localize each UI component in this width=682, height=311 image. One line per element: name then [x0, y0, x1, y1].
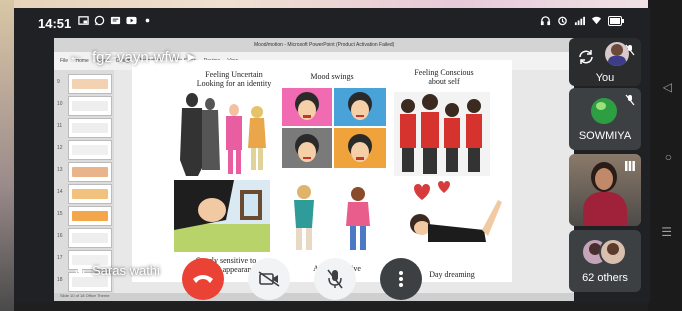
meeting-header: ← fgz-vayn-wfw ▶ [68, 48, 195, 66]
slide-label-daydreaming: Day dreaming [429, 270, 475, 279]
end-call-icon [193, 275, 213, 283]
more-options-button[interactable] [380, 258, 422, 300]
thumbnail-number: 9 [57, 79, 60, 85]
slide-thumbnail: 11 [57, 118, 112, 138]
switch-camera-icon[interactable] [577, 48, 595, 66]
presenter-name: Saras wathi [92, 263, 160, 278]
picture-in-picture-icon [78, 16, 89, 25]
chevron-right-icon[interactable]: ▶ [188, 52, 196, 63]
slide-thumbnail: 16 [57, 228, 112, 248]
thumbnail-number: 14 [57, 189, 63, 195]
slide-thumbnail: 12 [57, 140, 112, 160]
ppt-status-text: Slide 10 of 18 Office Theme [60, 293, 110, 298]
signal-icon [574, 16, 585, 26]
avatar [599, 238, 627, 266]
background-left [0, 0, 14, 311]
participant-name: You [595, 72, 615, 84]
background-top [0, 0, 682, 8]
mic-off-icon [625, 44, 635, 56]
ribbon-tab: File [60, 58, 69, 64]
thumbnail-content [72, 277, 108, 287]
ppt-status-bar: Slide 10 of 18 Office Theme [54, 293, 574, 301]
person-body [583, 192, 627, 226]
participant-tile-others[interactable]: 62 others [569, 230, 641, 292]
more-vert-icon [399, 271, 403, 287]
slide-thumbnail: 9 [57, 74, 112, 94]
system-icons [540, 15, 624, 26]
participant-name: SOWMIYA [578, 130, 632, 142]
thumbnail-number: 13 [57, 167, 63, 173]
thumbnail-number: 18 [57, 277, 63, 283]
thumbnail-content [72, 189, 108, 199]
status-time: 14:51 [38, 16, 72, 31]
back-nav-icon[interactable]: ◁ [663, 80, 672, 94]
thumbnail-content [72, 101, 108, 111]
status-bar: 14:51 [14, 8, 650, 38]
participant-tile-video[interactable] [569, 154, 641, 226]
dot-icon [145, 18, 150, 23]
thumbnail-content [72, 145, 108, 155]
thumbnail-content [72, 233, 108, 243]
slide-thumbnail: 10 [57, 96, 112, 116]
audio-level-icon [625, 161, 635, 171]
participant-tile-sowmiya[interactable]: SOWMIYA [569, 88, 641, 150]
participant-tile-you[interactable]: You [569, 38, 641, 86]
recents-nav-icon[interactable]: ☰ [661, 225, 672, 239]
mic-off-icon [625, 94, 635, 106]
alarm-icon [558, 16, 567, 26]
mic-toggle-button[interactable] [314, 258, 356, 300]
sensitive-illustration [174, 180, 270, 252]
battery-icon [608, 15, 624, 26]
home-nav-icon[interactable]: ○ [665, 150, 672, 164]
thumbnail-number: 11 [57, 123, 63, 129]
avatar [591, 98, 617, 124]
mood-swings-illustration [282, 88, 386, 168]
participant-count: 62 others [582, 272, 628, 284]
headset-icon [540, 16, 551, 26]
youtube-icon [126, 16, 137, 25]
shared-screen[interactable]: Mood/motion - Microsoft PowerPoint (Prod… [54, 38, 574, 301]
thumbnail-number: 16 [57, 233, 63, 239]
mic-off-icon [327, 269, 343, 289]
camera-toggle-button[interactable] [248, 258, 290, 300]
slide-label-mood-swings: Mood swings [310, 72, 354, 81]
slide-thumbnail: 15 [57, 206, 112, 226]
mic-off-icon [74, 264, 86, 277]
thumbnail-number: 17 [57, 255, 63, 261]
ppt-window-title: Mood/motion - Microsoft PowerPoint (Prod… [254, 42, 395, 48]
daydreaming-illustration [394, 180, 504, 254]
android-nav-area: ◁ ○ ☰ [648, 0, 682, 311]
conscious-illustration [394, 92, 490, 176]
slide-label-uncertain: Feeling Uncertain Looking for an identit… [196, 70, 272, 88]
whatsapp-icon [94, 15, 105, 26]
meeting-code[interactable]: fgz-vayn-wfw [92, 49, 180, 66]
thumbnail-content [72, 79, 108, 89]
meet-screen: 14:51 Mood/motion - Microsoft PowerPoint… [14, 8, 650, 303]
slide-canvas: Feeling Uncertain Looking for an identit… [132, 60, 512, 282]
presenter-label: Saras wathi [74, 263, 160, 278]
thumbnail-number: 15 [57, 211, 63, 217]
notification-icons [78, 15, 153, 26]
thumbnail-content [72, 167, 108, 177]
thumbnail-number: 12 [57, 145, 63, 151]
thumbnail-content [72, 123, 108, 133]
argumentative-illustration [280, 182, 384, 252]
thumbnail-content [72, 211, 108, 221]
uncertain-illustration [172, 90, 272, 176]
back-arrow-icon[interactable]: ← [68, 48, 84, 66]
slide-thumbnail: 13 [57, 162, 112, 182]
camera-off-icon [258, 271, 280, 287]
slide-label-conscious: Feeling Conscious about self [414, 68, 474, 86]
thumbnail-number: 10 [57, 101, 63, 107]
device-frame: ◁ ○ ☰ 14:51 Mood/motion - Microsoft Powe… [0, 0, 682, 311]
slide-thumbnail: 14 [57, 184, 112, 204]
end-call-button[interactable] [182, 258, 224, 300]
person-face [595, 168, 613, 190]
message-icon [110, 16, 121, 25]
wifi-icon [591, 16, 602, 25]
